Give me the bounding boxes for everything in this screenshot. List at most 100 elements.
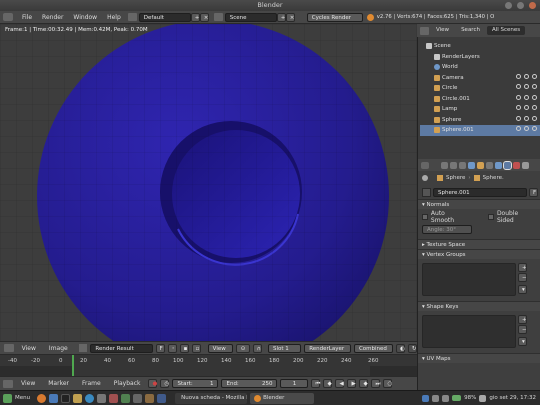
image-editor-image-menu[interactable]: Image — [44, 345, 73, 352]
layout-icon[interactable] — [127, 13, 137, 21]
angle-field[interactable]: Angle: 30° — [422, 225, 472, 234]
scene-tab-icon[interactable] — [459, 161, 466, 169]
close-button[interactable] — [529, 2, 536, 9]
scene-icon[interactable] — [213, 13, 223, 21]
start-frame-field[interactable]: Start: 1 — [172, 379, 219, 388]
taskbar-task-firefox[interactable]: Nuova scheda - Mozilla F — [175, 392, 248, 404]
vertex-group-specials-button[interactable]: ▾ — [518, 285, 527, 294]
cursor-icon[interactable] — [524, 126, 529, 131]
vertex-groups-section-header[interactable]: ▾ Vertex Groups — [418, 249, 540, 259]
play-button[interactable]: ▶ — [347, 379, 357, 388]
render-icon[interactable] — [532, 84, 537, 89]
prev-keyframe-button[interactable]: ◆ — [323, 379, 333, 388]
shape-key-specials-button[interactable]: ▾ — [518, 337, 527, 346]
render-icon[interactable] — [532, 115, 537, 121]
cursor-icon[interactable] — [524, 84, 529, 89]
outliner-item-circle[interactable]: Circle — [420, 83, 540, 94]
play-reverse-button[interactable]: ◀ — [335, 379, 345, 388]
preview-range-button[interactable]: ◷ — [160, 379, 170, 388]
next-keyframe-button[interactable]: ◆ — [359, 379, 369, 388]
browser-launcher-icon[interactable] — [37, 393, 47, 403]
render-engine-select[interactable]: Cycles Render — [306, 12, 363, 22]
clock[interactable]: gio set 29, 17:32 — [489, 395, 536, 401]
double-sided-checkbox[interactable] — [488, 214, 494, 220]
texture-space-section-header[interactable]: ▸ Texture Space — [418, 239, 540, 249]
editor-type-icon[interactable] — [421, 161, 429, 169]
start-menu-icon[interactable] — [3, 393, 12, 403]
record-button[interactable]: ● — [148, 379, 158, 388]
editor-type-icon[interactable] — [3, 13, 13, 21]
auto-smooth-checkbox[interactable] — [422, 214, 428, 220]
terminal-launcher-icon[interactable] — [61, 393, 71, 403]
outliner-view-menu[interactable]: View — [431, 26, 454, 35]
add-layout-button[interactable]: + — [190, 12, 200, 22]
mesh-icon[interactable] — [422, 187, 431, 197]
remove-scene-button[interactable]: × — [285, 12, 295, 22]
timeline-view-menu[interactable]: View — [16, 380, 40, 387]
scene-field[interactable]: Scene — [224, 12, 277, 22]
menu-help[interactable]: Help — [102, 14, 126, 21]
eye-icon[interactable] — [516, 105, 521, 110]
notification-icon[interactable] — [479, 394, 487, 402]
chrome-launcher-icon[interactable] — [85, 393, 95, 403]
image-fake-user-button[interactable]: F — [155, 343, 165, 353]
jump-start-button[interactable]: ⏮ — [311, 379, 321, 388]
end-frame-field[interactable]: End: 250 — [221, 379, 278, 388]
app-launcher-icon[interactable] — [121, 393, 131, 403]
modifiers-tab-icon[interactable] — [495, 161, 502, 169]
menu-file[interactable]: File — [17, 14, 37, 21]
editor-type-icon[interactable] — [3, 379, 13, 388]
object-tab-icon[interactable] — [477, 161, 484, 169]
material-tab-icon[interactable] — [513, 161, 520, 169]
render-icon[interactable] — [532, 73, 537, 79]
editor-type-icon[interactable] — [4, 344, 14, 352]
cursor-icon[interactable] — [524, 94, 529, 100]
cursor-icon[interactable] — [524, 115, 529, 121]
image-browse-icon[interactable] — [78, 344, 88, 352]
app-launcher-icon[interactable] — [157, 393, 167, 403]
outliner-display-mode[interactable]: All Scenes — [486, 26, 526, 35]
network-icon[interactable] — [432, 394, 440, 402]
mesh-name-field[interactable]: Sphere.001 — [433, 187, 527, 197]
normals-section-header[interactable]: ▾ Normals — [418, 199, 540, 209]
render-layer-select[interactable]: RenderLayer — [304, 343, 351, 353]
outliner-item-camera[interactable]: Camera — [420, 73, 540, 84]
outliner-item-renderlayers[interactable]: RenderLayers — [420, 52, 540, 63]
minimize-button[interactable] — [505, 2, 512, 9]
outliner-item-circle-001[interactable]: Circle.001 — [420, 94, 540, 105]
refresh-button[interactable]: ↻ — [407, 343, 417, 353]
eye-icon[interactable] — [516, 126, 521, 131]
fake-user-button[interactable]: F — [529, 187, 538, 197]
jump-end-button[interactable]: ⏭ — [371, 379, 381, 388]
image-channels-button[interactable]: ▪ — [179, 343, 189, 353]
outliner-item-sphere[interactable]: Sphere — [420, 115, 540, 126]
pivot-icon[interactable]: ⊙ — [236, 343, 250, 353]
add-vertex-group-button[interactable]: + — [518, 263, 527, 272]
render-icon[interactable] — [532, 126, 537, 131]
eye-icon[interactable] — [516, 115, 521, 121]
outliner-item-scene[interactable]: Scene — [420, 41, 540, 52]
constraints-tab-icon[interactable] — [486, 161, 493, 169]
vertex-groups-list[interactable] — [422, 263, 516, 296]
texture-tab-icon[interactable] — [522, 161, 529, 169]
start-menu-label[interactable]: Menu — [15, 395, 30, 401]
image-editor-view-menu[interactable]: View — [17, 345, 41, 352]
outliner-item-sphere-001[interactable]: Sphere.001 — [420, 125, 540, 136]
remove-shape-key-button[interactable]: − — [518, 325, 527, 334]
outliner-item-lamp[interactable]: Lamp — [420, 104, 540, 115]
data-tab-icon[interactable] — [503, 160, 512, 170]
shape-keys-section-header[interactable]: ▾ Shape Keys — [418, 301, 540, 311]
render-viewport[interactable] — [0, 24, 417, 341]
menu-render[interactable]: Render — [37, 14, 68, 21]
render-tab-icon[interactable] — [441, 161, 448, 169]
image-display-button[interactable]: ▫ — [191, 343, 201, 353]
files-launcher-icon[interactable] — [73, 393, 83, 403]
taskbar-task-blender[interactable]: Blender — [250, 392, 315, 404]
uv-maps-section-header[interactable]: ▾ UV Maps — [418, 353, 540, 363]
menu-window[interactable]: Window — [68, 14, 102, 21]
app-launcher-icon[interactable] — [145, 393, 155, 403]
render-pass-select[interactable]: Combined — [353, 343, 393, 353]
shape-keys-list[interactable] — [422, 315, 516, 348]
timeline-marker-menu[interactable]: Marker — [43, 380, 74, 387]
render-icon[interactable] — [532, 105, 537, 110]
